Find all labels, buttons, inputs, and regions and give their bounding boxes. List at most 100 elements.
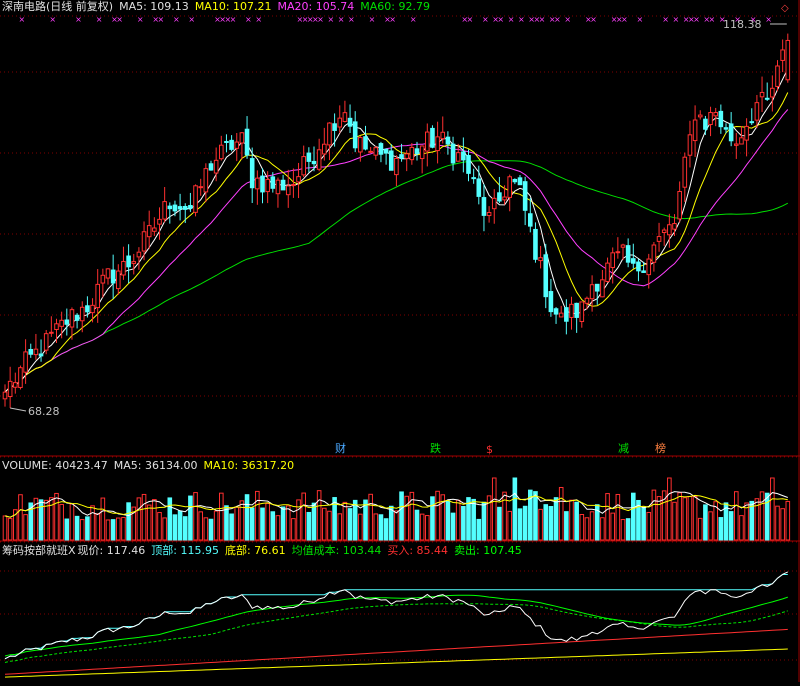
volume-bar-53 — [275, 515, 281, 541]
candle-body-44 — [229, 139, 234, 150]
volume-bar-3 — [18, 494, 23, 541]
candle-body-5 — [28, 348, 34, 355]
candle-body-13 — [69, 309, 75, 328]
candle-body-137 — [708, 112, 713, 125]
volume-bar-20 — [105, 519, 111, 541]
stock-title: 深南电路(日线 前复权) — [2, 0, 114, 13]
signal-marker-109: × — [564, 15, 571, 24]
candle-body-93 — [481, 197, 487, 216]
volume-bar-99 — [512, 477, 518, 541]
volume-bar-48 — [249, 507, 255, 541]
volume-bar-134 — [692, 495, 698, 541]
volume-bar-110 — [569, 499, 574, 541]
candle-body-9 — [49, 331, 54, 334]
volume-bar-27 — [141, 493, 147, 541]
volume-bar-120 — [620, 519, 626, 541]
volume-bar-31 — [162, 517, 167, 541]
stock-chart[interactable]: × × × × × × × × × × × × × × × × × × × × × × × × × × × × × × × × × × × × × × × ×… — [0, 0, 800, 682]
volume-bar-18 — [95, 513, 101, 541]
candle-body-115 — [594, 283, 600, 292]
candle-body-62 — [322, 143, 327, 155]
volume-bar-127 — [656, 496, 662, 541]
candle-body-123 — [636, 261, 641, 272]
candle-body-103 — [533, 228, 538, 260]
candle-body-135 — [697, 114, 703, 118]
volume-bar-105 — [543, 504, 549, 541]
candle-body-49 — [255, 177, 260, 190]
candle-body-33 — [172, 204, 178, 212]
volume-bar-60 — [311, 502, 317, 541]
volume-bar-44 — [229, 513, 234, 541]
candle-body-38 — [198, 186, 203, 189]
candle-body-61 — [316, 149, 322, 170]
volume-bar-139 — [718, 517, 724, 541]
ma60-value: MA60: 92.79 — [360, 0, 430, 13]
candle-body-101 — [522, 181, 528, 211]
candle-body-87 — [450, 143, 456, 164]
signal-marker-18: × — [96, 15, 103, 24]
volume-bar-74 — [383, 518, 389, 541]
candle-body-20 — [105, 268, 111, 279]
volume-bar-55 — [285, 505, 291, 541]
candle-body-21 — [110, 269, 116, 284]
volume-bar-80 — [414, 509, 420, 541]
candle-body-129 — [667, 224, 672, 236]
chip-buy-line — [4, 628, 788, 675]
ma10-line — [4, 92, 789, 393]
chart-canvas[interactable]: × × × × ×× × ×× × × ×××× × × ××××× × × × × ×× × ×× × ×× × × ××× ×… — [0, 0, 800, 682]
candle-body-25 — [131, 261, 137, 264]
candle-body-119 — [615, 251, 621, 254]
volume-bar-122 — [631, 492, 636, 541]
candle-body-8 — [43, 333, 49, 351]
volume-bar-131 — [677, 492, 682, 541]
volume-bar-16 — [85, 516, 90, 541]
volume-bar-145 — [749, 500, 755, 541]
volume-bar-41 — [213, 510, 219, 541]
candle-body-56 — [291, 184, 296, 187]
volume-bar-76 — [394, 510, 399, 541]
volume-bar-86 — [445, 500, 451, 541]
candle-body-116 — [600, 279, 605, 298]
volume-bar-68 — [352, 499, 358, 541]
volume-bar-37 — [193, 492, 198, 541]
signal-marker-44: × — [230, 15, 237, 24]
signal-marker-123: × — [636, 15, 643, 24]
candle-body-122 — [631, 258, 636, 264]
candle-body-70 — [363, 136, 368, 150]
volume-bar-112 — [579, 513, 585, 541]
candle-body-19 — [100, 274, 106, 284]
volume-bar-50 — [260, 507, 265, 541]
candle-body-45 — [234, 141, 240, 149]
signal-marker-134: × — [693, 15, 700, 24]
candle-body-91 — [471, 177, 476, 180]
candle-body-108 — [558, 312, 564, 318]
candle-body-36 — [188, 205, 193, 209]
candle-body-39 — [203, 168, 209, 193]
candle-body-118 — [610, 252, 616, 268]
low-price-label: 68.28 — [28, 405, 60, 418]
candle-body-90 — [466, 154, 471, 174]
candle-body-72 — [373, 147, 379, 156]
chip-bottom: 底部: 76.61 — [224, 544, 286, 557]
candle-body-127 — [656, 236, 662, 242]
chip-sell: 卖出: 107.45 — [454, 544, 522, 557]
chip-top: 顶部: 115.95 — [151, 544, 219, 557]
candle-body-53 — [275, 179, 281, 195]
signal-marker-9: × — [49, 15, 56, 24]
volume-bar-57 — [296, 499, 301, 541]
volume-bar-152 — [785, 500, 791, 541]
volume-bar-144 — [744, 502, 749, 541]
ma20-value: MA20: 105.74 — [277, 0, 355, 13]
volume-bar-7 — [38, 499, 44, 541]
candle-body-79 — [409, 146, 415, 161]
volume-bar-143 — [739, 515, 744, 541]
candle-body-150 — [775, 65, 780, 87]
candle-body-109 — [564, 307, 569, 322]
volume-bar-17 — [90, 505, 95, 541]
volume-bar-136 — [703, 504, 708, 541]
expand-diamond-icon[interactable]: ◇ — [781, 2, 789, 15]
candle-body-54 — [280, 179, 286, 191]
candle-body-136 — [703, 118, 708, 130]
candle-body-15 — [79, 306, 85, 322]
volume-bar-36 — [188, 495, 193, 541]
